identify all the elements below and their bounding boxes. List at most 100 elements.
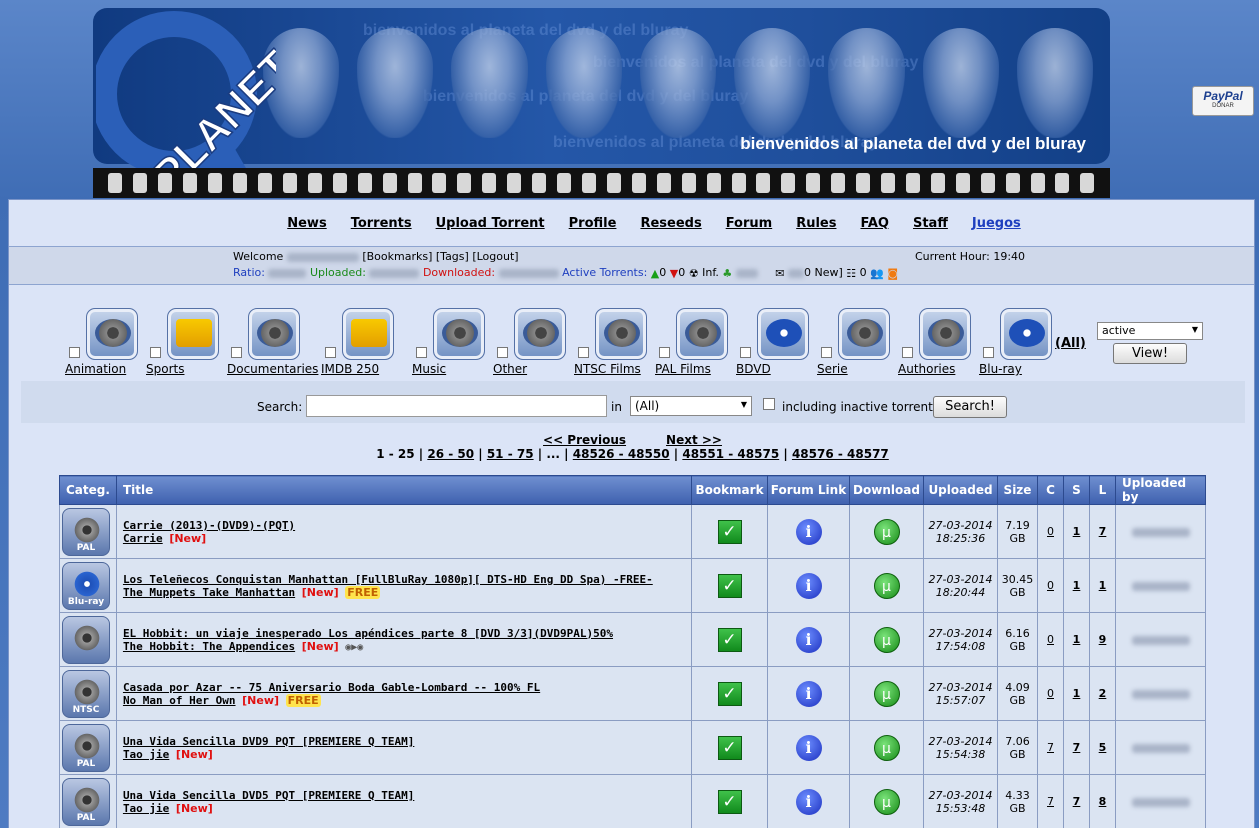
users-icon[interactable]: 👥 — [870, 267, 884, 280]
rss-icon[interactable]: ◙ — [887, 267, 898, 280]
row-leechers[interactable]: 9 — [1089, 612, 1116, 667]
nav-juegos[interactable]: Juegos — [972, 216, 1021, 231]
nav-profile[interactable]: Profile — [569, 216, 617, 231]
row-seeders[interactable]: 1 — [1063, 666, 1090, 721]
info-icon[interactable]: i — [795, 626, 822, 653]
info-icon[interactable]: i — [795, 572, 822, 599]
category-icon[interactable] — [514, 308, 566, 360]
all-categories-link[interactable]: (All) — [1055, 336, 1086, 351]
header-c[interactable]: C — [1037, 475, 1064, 505]
category-label[interactable]: Sports — [146, 362, 184, 376]
list-icon[interactable]: ☷ — [846, 267, 856, 280]
nav-forum[interactable]: Forum — [726, 216, 773, 231]
category-checkbox[interactable] — [69, 347, 80, 358]
torrent-title-link[interactable]: Casada por Azar -- 75 Aniversario Boda G… — [123, 681, 540, 694]
category-label[interactable]: Music — [412, 362, 446, 376]
utorrent-download-icon[interactable]: µ — [873, 572, 900, 599]
category-label[interactable]: Documentaries — [227, 362, 318, 376]
row-seeders[interactable]: 1 — [1063, 504, 1090, 559]
category-label[interactable]: Serie — [817, 362, 848, 376]
utorrent-download-icon[interactable]: µ — [873, 518, 900, 545]
category-checkbox[interactable] — [659, 347, 670, 358]
envelope-icon[interactable]: ✉ — [775, 267, 784, 280]
category-icon[interactable] — [676, 308, 728, 360]
category-icon[interactable] — [167, 308, 219, 360]
previous-page-link[interactable]: << Previous — [543, 433, 626, 447]
header-size[interactable]: Size — [997, 475, 1038, 505]
torrent-title-link[interactable]: Carrie (2013)-(DVD9)-(PQT) — [123, 519, 295, 532]
torrent-subtitle-link[interactable]: Tao jie — [123, 748, 169, 761]
utorrent-download-icon[interactable]: µ — [873, 680, 900, 707]
row-seeders[interactable]: 1 — [1063, 612, 1090, 667]
utorrent-download-icon[interactable]: µ — [873, 734, 900, 761]
bookmark-check-icon[interactable]: ✓ — [717, 789, 742, 814]
category-checkbox[interactable] — [497, 347, 508, 358]
search-category-select[interactable]: (All) — [630, 396, 752, 416]
category-label[interactable]: PAL Films — [655, 362, 711, 376]
torrent-title-link[interactable]: EL Hobbit: un viaje inesperado Los apénd… — [123, 627, 613, 640]
torrent-title-link[interactable]: Los Teleñecos Conquistan Manhattan [Full… — [123, 573, 653, 586]
category-icon[interactable]: Blu-ray — [62, 561, 110, 610]
nav-news[interactable]: News — [287, 216, 326, 231]
header-uploaded-by[interactable]: Uploaded by — [1115, 475, 1206, 505]
category-checkbox[interactable] — [983, 347, 994, 358]
row-seeders[interactable]: 7 — [1063, 720, 1090, 775]
row-comments[interactable]: 7 — [1037, 774, 1064, 828]
row-leechers[interactable]: 1 — [1089, 558, 1116, 613]
nav-staff[interactable]: Staff — [913, 216, 948, 231]
category-icon[interactable] — [433, 308, 485, 360]
bookmarks-link[interactable]: [Bookmarks] — [362, 250, 432, 263]
status-select[interactable]: active — [1097, 322, 1203, 340]
tags-link[interactable]: [Tags] — [436, 250, 469, 263]
category-icon[interactable] — [919, 308, 971, 360]
utorrent-download-icon[interactable]: µ — [873, 626, 900, 653]
row-leechers[interactable]: 7 — [1089, 504, 1116, 559]
torrent-subtitle-link[interactable]: The Hobbit: The Appendices — [123, 640, 295, 653]
header-title[interactable]: Title — [115, 475, 693, 505]
torrent-subtitle-link[interactable]: The Muppets Take Manhattan — [123, 586, 295, 599]
torrent-subtitle-link[interactable]: No Man of Her Own — [123, 694, 236, 707]
username-blurred[interactable] — [286, 252, 359, 262]
planet-q-logo[interactable]: PLANET — [96, 6, 276, 191]
row-comments[interactable]: 0 — [1037, 666, 1064, 721]
category-icon[interactable] — [342, 308, 394, 360]
header-categ[interactable]: Categ. — [59, 475, 117, 505]
row-seeders[interactable]: 7 — [1063, 774, 1090, 828]
uploader-name-blurred[interactable] — [1131, 527, 1190, 537]
category-label[interactable]: NTSC Films — [574, 362, 641, 376]
category-icon[interactable] — [86, 308, 138, 360]
category-icon[interactable] — [62, 615, 110, 664]
row-leechers[interactable]: 8 — [1089, 774, 1116, 828]
category-label[interactable]: IMDB 250 — [321, 362, 379, 376]
row-comments[interactable]: 0 — [1037, 504, 1064, 559]
row-leechers[interactable]: 5 — [1089, 720, 1116, 775]
row-comments[interactable]: 0 — [1037, 558, 1064, 613]
category-label[interactable]: Other — [493, 362, 527, 376]
uploader-name-blurred[interactable] — [1131, 635, 1190, 645]
category-label[interactable]: Animation — [65, 362, 126, 376]
bookmark-check-icon[interactable]: ✓ — [717, 519, 742, 544]
uploader-name-blurred[interactable] — [1131, 743, 1190, 753]
header-l[interactable]: L — [1089, 475, 1116, 505]
next-page-link[interactable]: Next >> — [666, 433, 722, 447]
category-checkbox[interactable] — [902, 347, 913, 358]
category-checkbox[interactable] — [740, 347, 751, 358]
nav-torrents[interactable]: Torrents — [351, 216, 412, 231]
bookmark-check-icon[interactable]: ✓ — [717, 735, 742, 760]
page-link[interactable]: 51 - 75 — [487, 447, 534, 461]
category-label[interactable]: Blu-ray — [979, 362, 1022, 376]
category-checkbox[interactable] — [231, 347, 242, 358]
torrent-title-link[interactable]: Una Vida Sencilla DVD5 PQT [PREMIERE Q T… — [123, 789, 414, 802]
category-icon[interactable] — [838, 308, 890, 360]
category-checkbox[interactable] — [416, 347, 427, 358]
info-icon[interactable]: i — [795, 680, 822, 707]
nav-reseeds[interactable]: Reseeds — [640, 216, 701, 231]
info-icon[interactable]: i — [795, 518, 822, 545]
category-label[interactable]: Authories — [898, 362, 955, 376]
bookmark-check-icon[interactable]: ✓ — [717, 627, 742, 652]
page-link[interactable]: 48576 - 48577 — [792, 447, 889, 461]
utorrent-download-icon[interactable]: µ — [873, 788, 900, 815]
category-icon[interactable] — [248, 308, 300, 360]
torrent-subtitle-link[interactable]: Carrie — [123, 532, 163, 545]
bookmark-check-icon[interactable]: ✓ — [717, 681, 742, 706]
